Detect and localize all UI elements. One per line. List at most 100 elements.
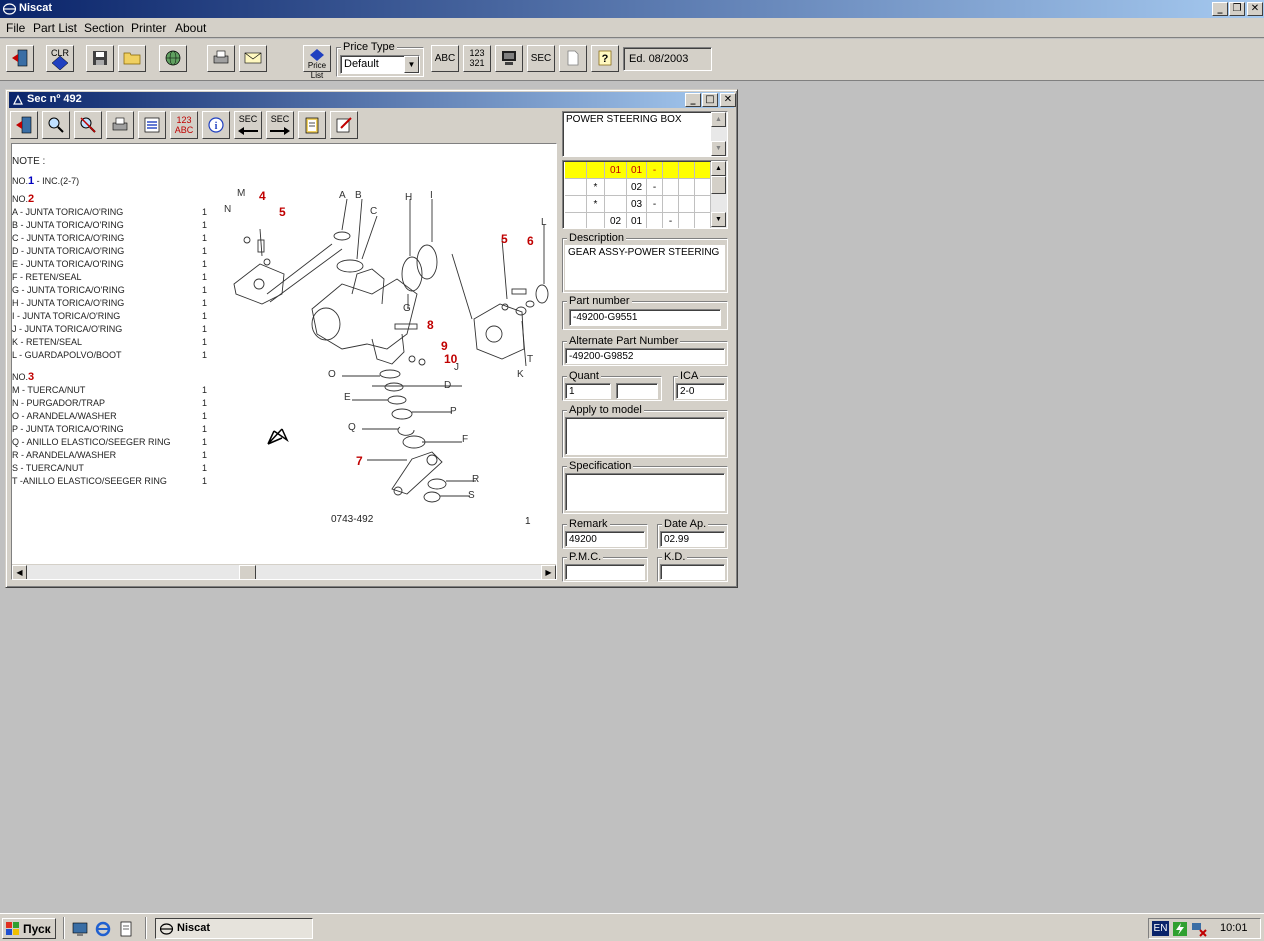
sort-abc-button[interactable]: ABC [431, 45, 459, 72]
price-list-button[interactable]: Price List [303, 45, 331, 80]
section-button[interactable]: SEC [527, 45, 555, 72]
scroll-right-icon[interactable]: ▶ [541, 565, 556, 579]
part-rows-grid[interactable]: 01 01- * 02- * 03-02 01- ▲ ▼ [562, 160, 728, 229]
grid-row[interactable]: 01 01- [565, 162, 711, 179]
section-name-scrollbar[interactable]: ▲ ▼ [711, 112, 727, 156]
drawing-horizontal-scrollbar[interactable]: ◀ ▶ [12, 564, 556, 579]
pmc-group: P.M.C. [562, 551, 648, 582]
exit-button[interactable] [6, 45, 34, 72]
main-toolbar: CLR Price List Price Type Default ▼ ABC … [0, 39, 1264, 81]
grid-row[interactable]: * 02- [565, 179, 711, 196]
taskbar-niscat-item[interactable]: Niscat [155, 918, 313, 939]
next-section-button[interactable]: SEC [266, 111, 294, 139]
sort-num-abc-button[interactable]: 123 ABC [170, 111, 198, 139]
letter-h: H [405, 192, 413, 203]
new-page-button[interactable] [559, 45, 587, 72]
menu-file[interactable]: File [6, 21, 25, 35]
section-close-button[interactable]: ✕ [720, 93, 736, 107]
apply-to-model-field[interactable] [565, 417, 725, 455]
menu-printer[interactable]: Printer [131, 21, 166, 35]
quantity-secondary-field[interactable] [616, 383, 658, 399]
grid-row[interactable]: 02 01 - [565, 213, 711, 228]
price-list-label: Price List [307, 61, 327, 80]
scroll-thumb[interactable] [239, 565, 256, 579]
desktop-icon[interactable] [72, 921, 88, 937]
ica-field[interactable]: 2-0 [676, 383, 725, 399]
section-print-button[interactable] [106, 111, 134, 139]
section-exit-button[interactable] [10, 111, 38, 139]
notepad-icon[interactable] [118, 921, 134, 937]
printer-icon [213, 50, 229, 64]
alternate-part-field[interactable]: -49200-G9852 [565, 348, 725, 364]
callout-5-left[interactable]: 5 [279, 205, 286, 219]
svg-text:i: i [215, 121, 218, 132]
grid-cell: 01 [605, 162, 627, 179]
sort-number-button[interactable]: 123 321 [463, 45, 491, 72]
zoom-in-button[interactable] [42, 111, 70, 139]
language-indicator[interactable]: EN [1152, 921, 1169, 936]
sec-next-label: SEC [270, 114, 290, 124]
print-button[interactable] [207, 45, 235, 72]
date-applied-field[interactable]: 02.99 [660, 531, 725, 547]
previous-section-button[interactable]: SEC [234, 111, 262, 139]
scroll-up-icon[interactable]: ▲ [711, 112, 726, 127]
network-button[interactable] [159, 45, 187, 72]
callout-5-right[interactable]: 5 [501, 232, 508, 246]
callout-4[interactable]: 4 [259, 189, 266, 203]
grid-scrollbar[interactable]: ▲ ▼ [711, 161, 727, 228]
kd-field[interactable] [660, 564, 725, 580]
clipboard-button[interactable] [298, 111, 326, 139]
display-button[interactable] [495, 45, 523, 72]
restore-button[interactable]: ❐ [1229, 2, 1245, 16]
zoom-out-button[interactable] [74, 111, 102, 139]
mail-button[interactable] [239, 45, 267, 72]
info-button[interactable]: i [202, 111, 230, 139]
scroll-left-icon[interactable]: ◀ [12, 565, 27, 579]
open-folder-button[interactable] [118, 45, 146, 72]
close-button[interactable]: ✕ [1247, 2, 1263, 16]
chevron-down-icon[interactable]: ▼ [404, 56, 419, 73]
callout-8[interactable]: 8 [427, 318, 434, 332]
network-disconnected-icon[interactable] [1191, 921, 1207, 937]
part-number-field[interactable]: -49200-G9551 [569, 309, 721, 326]
grid-scroll-thumb[interactable] [711, 176, 726, 194]
section-minimize-button[interactable]: _ [685, 93, 701, 107]
menu-section[interactable]: Section [84, 21, 124, 35]
arrow-left-icon [238, 127, 258, 135]
callout-9[interactable]: 9 [441, 339, 448, 353]
callout-7[interactable]: 7 [356, 454, 363, 468]
grid-scroll-down-icon[interactable]: ▼ [711, 212, 726, 227]
floppy-disk-icon [93, 51, 107, 65]
letter-t: T [527, 354, 534, 365]
quantity-field[interactable]: 1 [565, 383, 611, 399]
minimize-button[interactable]: _ [1212, 2, 1228, 16]
description-field[interactable]: GEAR ASSY-POWER STEERING [565, 245, 725, 290]
power-tray-icon[interactable] [1172, 921, 1188, 937]
list-view-button[interactable] [138, 111, 166, 139]
edit-note-button[interactable] [330, 111, 358, 139]
section-maximize-button[interactable]: □ [702, 93, 718, 107]
sec-prev-label: SEC [238, 114, 258, 124]
clear-button[interactable]: CLR [46, 45, 74, 72]
grid-cell: 01 [627, 162, 647, 179]
remark-field[interactable]: 49200 [565, 531, 645, 547]
exploded-view-drawing[interactable]: NOTE : NO.1 - INC.(2-7) NO.2 A - JUNTA T… [11, 143, 557, 580]
specification-field[interactable] [565, 473, 725, 511]
start-button[interactable]: Пуск [2, 918, 56, 939]
section-window-title: Sec nº 492 [27, 93, 82, 105]
internet-explorer-icon[interactable] [95, 921, 111, 937]
price-type-select[interactable]: Default ▼ [340, 55, 420, 74]
save-button[interactable] [86, 45, 114, 72]
callout-6[interactable]: 6 [527, 234, 534, 248]
scroll-down-icon[interactable]: ▼ [711, 141, 726, 156]
description-group: Description GEAR ASSY-POWER STEERING [562, 232, 728, 293]
help-button[interactable]: ? [591, 45, 619, 72]
grid-row[interactable]: * 03- [565, 196, 711, 213]
menu-part-list[interactable]: Part List [33, 21, 77, 35]
pmc-field[interactable] [565, 564, 645, 580]
windows-logo-icon [6, 922, 19, 935]
menu-about[interactable]: About [175, 21, 206, 35]
grid-scroll-up-icon[interactable]: ▲ [711, 161, 726, 176]
blank-page-icon [567, 50, 579, 66]
abc-label: ABC [434, 53, 456, 64]
